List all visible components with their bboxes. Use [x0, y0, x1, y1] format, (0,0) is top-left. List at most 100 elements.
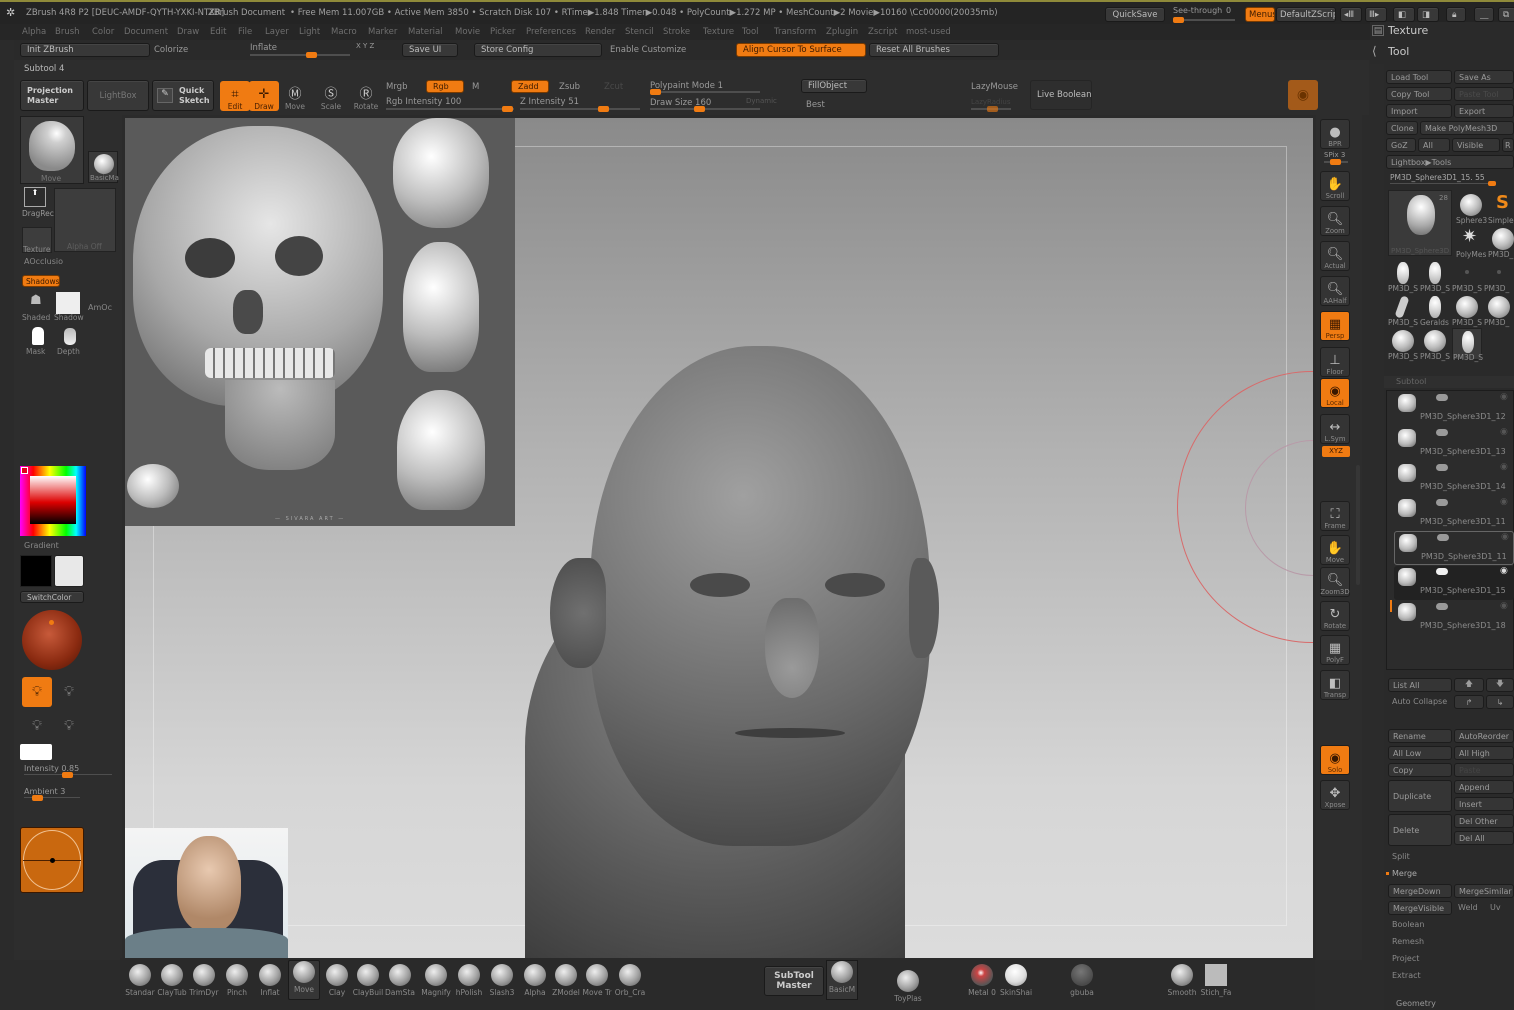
- weld-toggle[interactable]: Weld: [1458, 903, 1478, 912]
- menu-zscript[interactable]: Zscript: [868, 27, 898, 37]
- eye-icon[interactable]: ◉: [1500, 462, 1508, 472]
- brush-slot[interactable]: Orb_Cra: [614, 964, 646, 997]
- zcut-toggle[interactable]: Zcut: [604, 82, 623, 92]
- color-saturation-square[interactable]: [30, 476, 76, 524]
- polypaint-mode-slider[interactable]: [650, 89, 760, 95]
- brush-slot[interactable]: Magnify: [420, 964, 452, 997]
- arrow-down-right-icon[interactable]: ↳: [1486, 695, 1514, 709]
- light-position-handle[interactable]: [49, 620, 54, 625]
- rotate-button[interactable]: Ⓡ Rotate: [351, 81, 381, 112]
- tool-thumb[interactable]: PM3D_: [1484, 294, 1514, 327]
- texture-palette-title[interactable]: Texture: [1388, 24, 1428, 37]
- brush-slot[interactable]: Clay: [321, 964, 353, 997]
- subtool-visibility-toggle[interactable]: [1436, 499, 1448, 506]
- menu-layer[interactable]: Layer: [265, 27, 289, 37]
- brush-slot[interactable]: ZModel: [550, 964, 582, 997]
- merge-visible-button[interactable]: MergeVisible: [1388, 901, 1452, 915]
- material-selector[interactable]: BasicMa: [88, 151, 119, 183]
- see-through-slider[interactable]: [1173, 17, 1235, 23]
- geometry-section[interactable]: Geometry: [1396, 999, 1436, 1008]
- subtool-row[interactable]: ◉ PM3D_Sphere3D1_18: [1394, 601, 1514, 635]
- intensity-slider[interactable]: [24, 772, 112, 778]
- menu-alpha[interactable]: Alpha: [22, 27, 46, 37]
- move-button[interactable]: Ⓜ Move: [280, 81, 310, 112]
- rotate-view-button[interactable]: ↻ Rotate: [1320, 601, 1350, 631]
- init-zbrush-button[interactable]: Init ZBrush: [20, 43, 150, 57]
- lazymouse-toggle[interactable]: LazyMouse: [971, 82, 1018, 92]
- menu-macro[interactable]: Macro: [331, 27, 357, 37]
- remesh-section[interactable]: Remesh: [1392, 937, 1424, 946]
- texture-selector[interactable]: Texture: [22, 227, 52, 254]
- ambient-slider[interactable]: [24, 795, 80, 801]
- amoc-label[interactable]: AmOc: [88, 303, 112, 312]
- menu-preferences[interactable]: Preferences: [526, 27, 576, 37]
- menu-document[interactable]: Document: [124, 27, 168, 37]
- subtool-visibility-toggle[interactable]: [1436, 429, 1448, 436]
- scale-button[interactable]: Ⓢ Scale: [316, 81, 346, 112]
- brush-slot[interactable]: ClayTub: [156, 964, 188, 997]
- restore-icon[interactable]: ⧉: [1498, 7, 1514, 22]
- brush-slot[interactable]: Standar: [124, 964, 156, 997]
- tool-thumb[interactable]: PM3D_S: [1452, 294, 1482, 327]
- subtool-visibility-toggle[interactable]: [1436, 464, 1448, 471]
- menu-tool[interactable]: Tool: [742, 27, 759, 37]
- minimize-icon[interactable]: ⎽: [1474, 7, 1494, 22]
- menu-edit[interactable]: Edit: [210, 27, 226, 37]
- gradient-label[interactable]: Gradient: [24, 541, 59, 550]
- subtool-master-button[interactable]: SubTool Master: [764, 966, 824, 996]
- tool-thumb[interactable]: PM3D_S: [1388, 294, 1418, 327]
- tool-thumb[interactable]: S Simple: [1488, 192, 1514, 225]
- extract-section[interactable]: Extract: [1392, 971, 1421, 980]
- inflate-slider[interactable]: [250, 52, 350, 58]
- menu-light[interactable]: Light: [299, 27, 320, 37]
- projection-master-button[interactable]: Projection Master: [20, 80, 84, 111]
- brush-slot[interactable]: ClayBuil: [352, 964, 384, 997]
- lock-icon[interactable]: 🔒︎: [1446, 7, 1466, 22]
- tool-thumb[interactable]: PM3D_S: [1452, 260, 1482, 293]
- light-4-bulb-icon[interactable]: 💡︎: [54, 711, 84, 741]
- goz-all-button[interactable]: All: [1418, 138, 1450, 152]
- depth-icon[interactable]: [64, 328, 76, 345]
- zsub-toggle[interactable]: Zsub: [559, 82, 580, 92]
- menu-texture[interactable]: Texture: [703, 27, 734, 37]
- list-all-button[interactable]: List All: [1388, 678, 1452, 692]
- menu-file[interactable]: File: [238, 27, 252, 37]
- split-section[interactable]: Split: [1392, 852, 1410, 861]
- uv-toggle[interactable]: Uv: [1490, 903, 1501, 912]
- solo-button[interactable]: ◉ Solo: [1320, 745, 1350, 775]
- tool-thumb[interactable]: Sphere3: [1456, 192, 1487, 225]
- aocclusion-label[interactable]: AOcclusio: [24, 257, 63, 266]
- scroll-right-icon[interactable]: Ⅲ▸: [1365, 7, 1387, 22]
- shadow-icon[interactable]: [56, 292, 80, 314]
- menu-material[interactable]: Material: [408, 27, 443, 37]
- menu-color[interactable]: Color: [92, 27, 114, 37]
- brush-slot[interactable]: Alpha: [519, 964, 551, 997]
- boolean-section[interactable]: Boolean: [1392, 920, 1424, 929]
- stroke-icon[interactable]: ⬆: [24, 187, 46, 207]
- persp-button[interactable]: ▦ Persp: [1320, 311, 1350, 341]
- rgb-toggle[interactable]: Rgb: [426, 80, 464, 93]
- auto-collapse-toggle[interactable]: Auto Collapse: [1392, 697, 1447, 706]
- brush-slot[interactable]: Slash3: [486, 964, 518, 997]
- eye-icon[interactable]: ◉: [1500, 427, 1508, 437]
- tray-left-icon[interactable]: ◧: [1393, 7, 1415, 22]
- light-sphere[interactable]: [22, 610, 82, 670]
- secondary-color-swatch[interactable]: [54, 555, 84, 587]
- subtool-visibility-toggle[interactable]: [1437, 534, 1449, 541]
- goz-r-button[interactable]: R: [1502, 138, 1514, 152]
- eye-icon[interactable]: ◉: [1500, 601, 1508, 611]
- floor-button[interactable]: ⊥ Floor: [1320, 347, 1350, 377]
- subtool-row[interactable]: ◉ PM3D_Sphere3D1_12: [1394, 392, 1514, 426]
- move-view-button[interactable]: ✋ Move: [1320, 535, 1350, 565]
- dynamic-toggle[interactable]: Dynamic: [746, 97, 777, 105]
- tool-slider[interactable]: [1390, 181, 1496, 186]
- material-slot[interactable]: SkinShai: [1000, 964, 1032, 997]
- make-polymesh-button[interactable]: Make PolyMesh3D: [1420, 121, 1514, 135]
- canvas-viewport[interactable]: — SIVARA ART —: [125, 118, 1313, 958]
- save-as-button[interactable]: Save As: [1454, 70, 1514, 84]
- scroll-button[interactable]: ✋ Scroll: [1320, 171, 1350, 201]
- eye-icon[interactable]: ◉: [1500, 566, 1508, 576]
- import-button[interactable]: Import: [1386, 104, 1452, 118]
- brush-slot[interactable]: Move: [288, 960, 320, 1000]
- quick-sketch-button[interactable]: ✎ Quick Sketch: [152, 80, 214, 111]
